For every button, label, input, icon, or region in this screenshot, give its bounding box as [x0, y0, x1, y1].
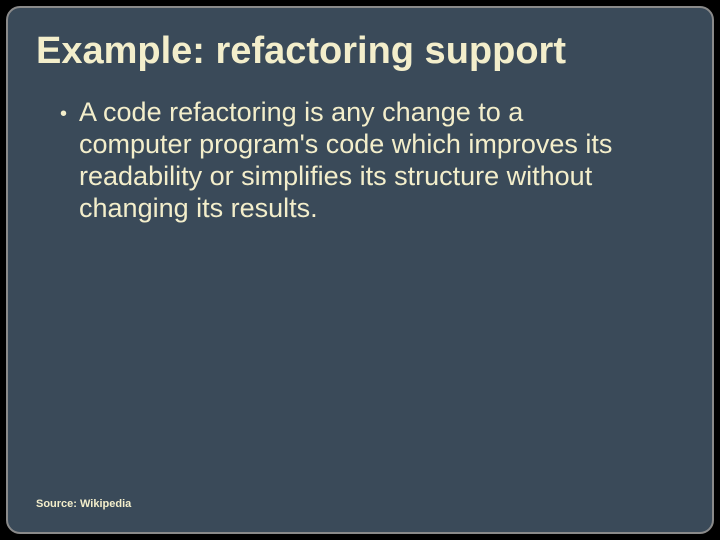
source-footer: Source: Wikipedia: [36, 498, 131, 510]
slide-content: • A code refactoring is any change to a …: [36, 97, 684, 224]
slide-title: Example: refactoring support: [36, 30, 684, 73]
bullet-text: A code refactoring is any change to a co…: [79, 97, 639, 224]
bullet-item: • A code refactoring is any change to a …: [66, 97, 684, 224]
slide: Example: refactoring support • A code re…: [6, 6, 714, 534]
bullet-icon: •: [60, 97, 67, 131]
